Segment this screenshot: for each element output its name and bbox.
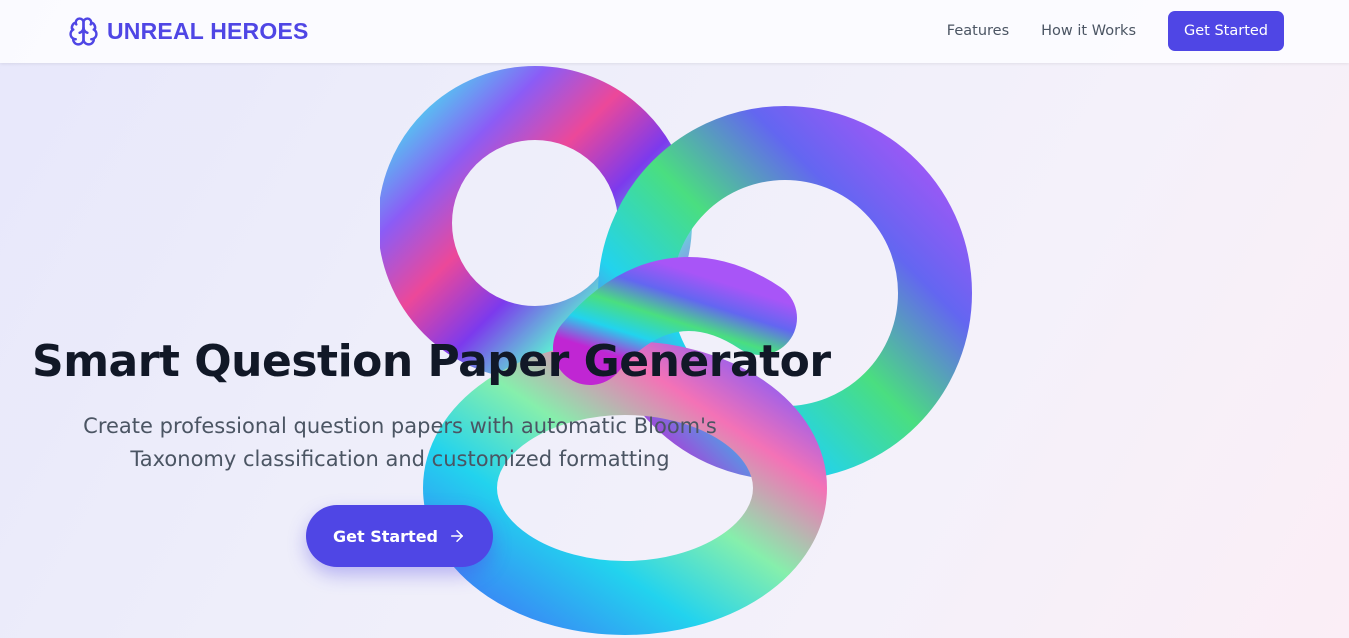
brand-name: UNREAL HEROES: [107, 17, 309, 44]
hero-subtitle: Create professional question papers with…: [83, 414, 717, 471]
arrow-right-icon: [451, 530, 463, 542]
nav-link-features[interactable]: Features: [947, 23, 1009, 39]
nav-link-how-it-works[interactable]: How it Works: [1041, 23, 1136, 39]
nav-links: Features How it Works Get Started: [947, 11, 1284, 51]
hero-title: Smart Question Paper Generator: [32, 336, 831, 387]
hero-get-started-button[interactable]: Get Started: [306, 505, 493, 567]
brain-icon: [69, 16, 98, 46]
top-navbar: UNREAL HEROES Features How it Works Get …: [0, 0, 1349, 63]
nav-get-started-button[interactable]: Get Started: [1168, 11, 1284, 51]
hero-cta-label: Get Started: [332, 526, 438, 546]
brand-logo-link[interactable]: UNREAL HEROES: [68, 15, 309, 47]
